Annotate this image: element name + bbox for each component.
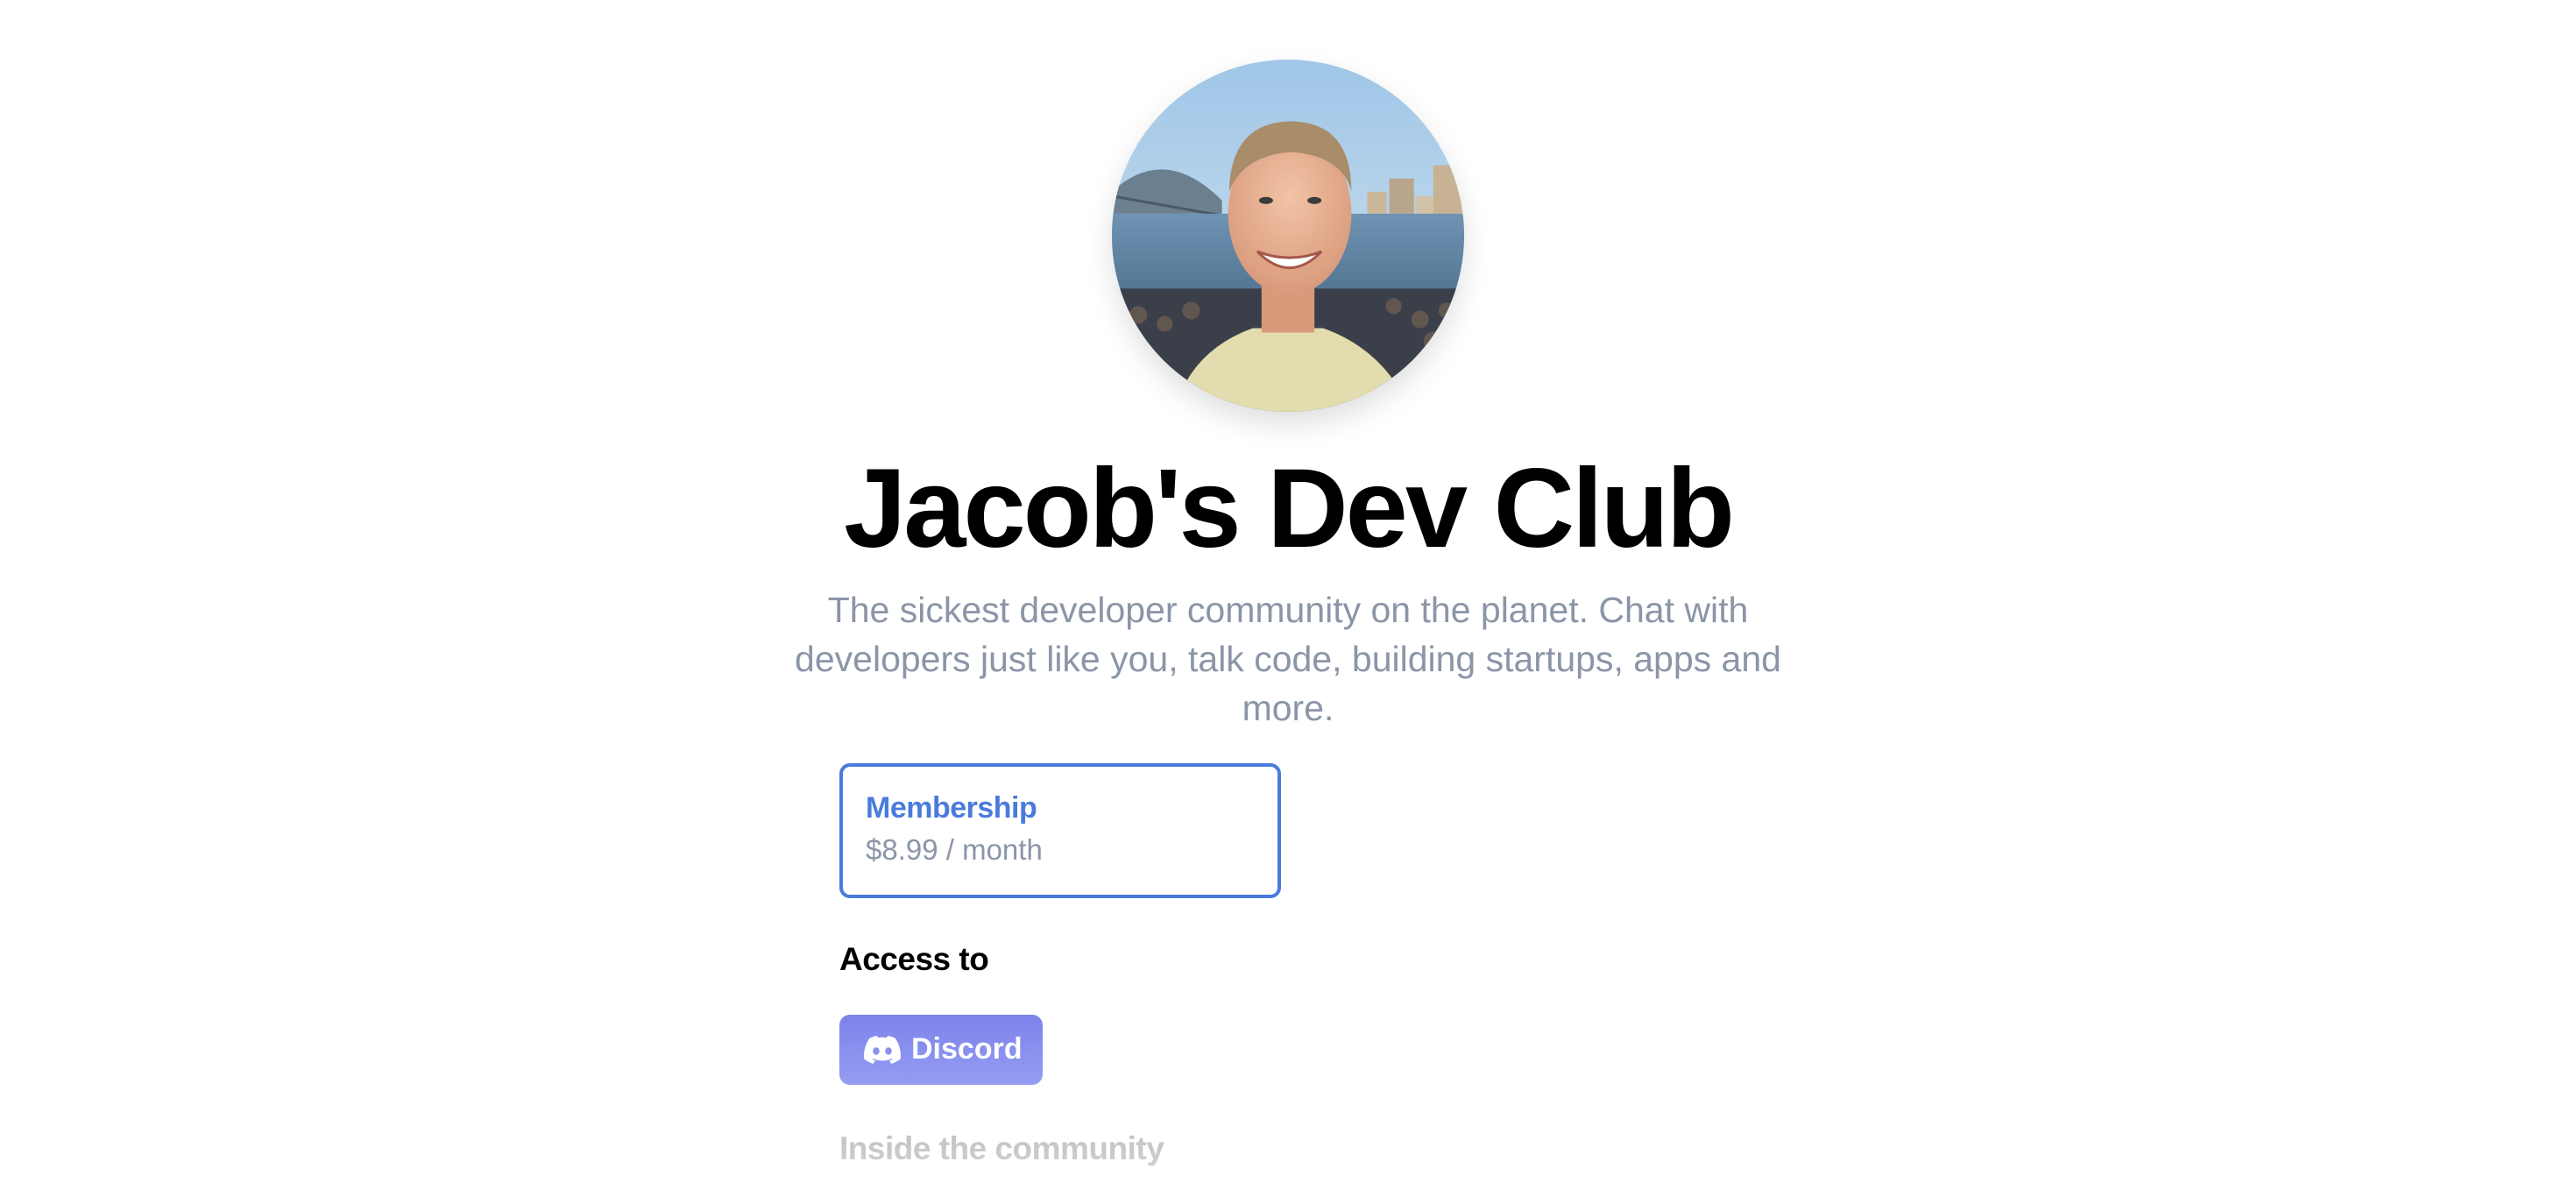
page: Jacob's Dev Club The sickest developer c…	[0, 0, 2576, 1204]
inside-community-heading: Inside the community	[839, 1130, 1164, 1166]
discord-label: Discord	[911, 1032, 1023, 1066]
discord-icon	[864, 1036, 901, 1064]
discord-button[interactable]: Discord	[839, 1015, 1043, 1085]
community-description: The sickest developer community on the p…	[795, 590, 1781, 728]
plan-price: $8.99 / month	[866, 833, 1043, 866]
page-title: Jacob's Dev Club	[844, 446, 1735, 571]
bottom-fade	[0, 1104, 2576, 1204]
membership-plan-card[interactable]: Membership $8.99 / month	[839, 763, 1281, 898]
plan-name: Membership	[866, 791, 1037, 825]
profile-avatar	[1112, 60, 1464, 412]
profile-photo-icon	[1112, 60, 1464, 412]
access-heading: Access to	[839, 941, 989, 977]
